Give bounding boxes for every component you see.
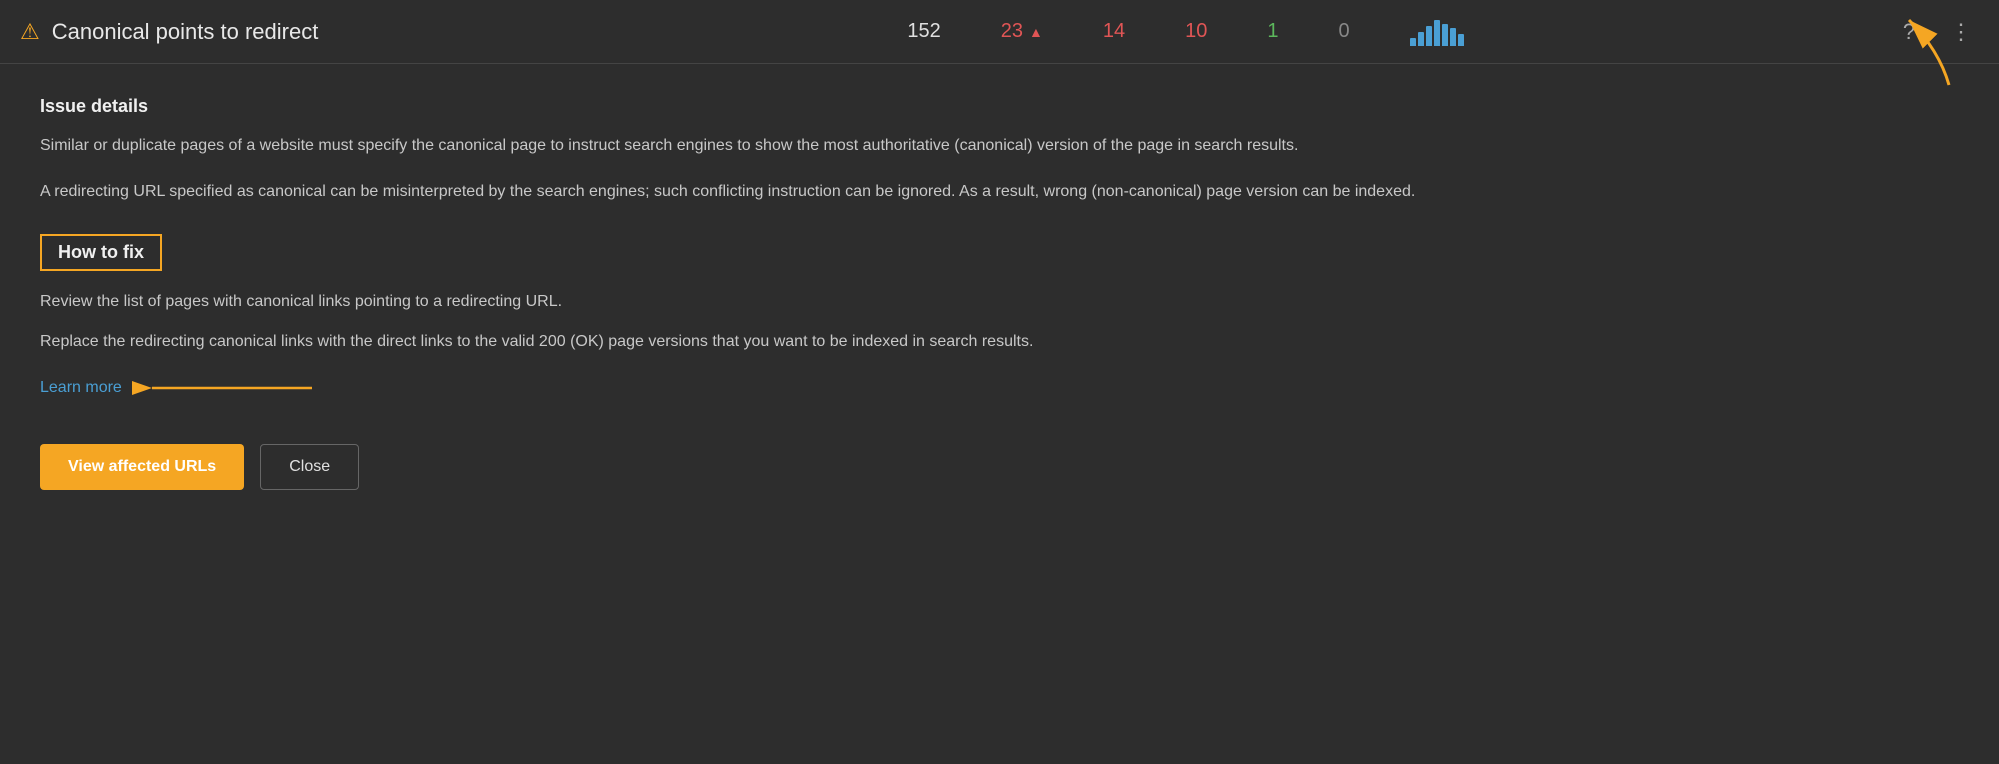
learn-more-row: Learn more [40, 368, 1560, 408]
chart-bar-6 [1450, 28, 1456, 46]
header-title-group: ⚠ Canonical points to redirect [20, 19, 480, 45]
chart-bar-3 [1426, 26, 1432, 46]
learn-more-link[interactable]: Learn more [40, 379, 122, 397]
header-stats: 152 23 ▲ 14 10 1 0 [480, 18, 1891, 46]
arrow-up-icon: ▲ [1029, 24, 1043, 40]
more-icon: ⋮ [1950, 19, 1972, 45]
stat-warnings: 14 [1103, 20, 1125, 43]
help-button[interactable]: ? [1891, 14, 1927, 50]
stat-notices: 10 [1185, 20, 1207, 43]
help-icon: ? [1903, 19, 1915, 45]
description-1: Similar or duplicate pages of a website … [40, 133, 1540, 159]
chart-bar-1 [1410, 38, 1416, 46]
header-row: ⚠ Canonical points to redirect 152 23 ▲ … [0, 0, 1999, 64]
how-to-fix-box: How to fix [40, 234, 162, 271]
close-button[interactable]: Close [260, 444, 359, 490]
chart-bar-7 [1458, 34, 1464, 46]
chart-bar-5 [1442, 24, 1448, 46]
chart-bar-4 [1434, 20, 1440, 46]
chart-bar-2 [1418, 32, 1424, 46]
fix-text-1: Review the list of pages with canonical … [40, 289, 1540, 315]
fix-text-2: Replace the redirecting canonical links … [40, 329, 1540, 355]
view-affected-button[interactable]: View affected URLs [40, 444, 244, 490]
stat-errors: 23 ▲ [1001, 20, 1043, 43]
button-row: View affected URLs Close [40, 444, 1560, 490]
chart-icon [1410, 18, 1464, 46]
stat-total: 152 [907, 20, 940, 43]
page-title: Canonical points to redirect [52, 19, 319, 45]
error-count: 23 [1001, 20, 1023, 43]
description-2: A redirecting URL specified as canonical… [40, 179, 1540, 205]
header-actions: ? ⋮ [1891, 14, 1979, 50]
warning-icon: ⚠ [20, 19, 40, 45]
how-to-fix-label: How to fix [58, 242, 144, 262]
learn-more-arrow [132, 368, 332, 408]
issue-details-title: Issue details [40, 96, 1560, 117]
stat-errors-inner: 23 ▲ [1001, 20, 1043, 43]
main-content: Issue details Similar or duplicate pages… [0, 64, 1600, 530]
stat-ok: 1 [1267, 20, 1278, 43]
stat-na: 0 [1338, 20, 1349, 43]
more-button[interactable]: ⋮ [1943, 14, 1979, 50]
